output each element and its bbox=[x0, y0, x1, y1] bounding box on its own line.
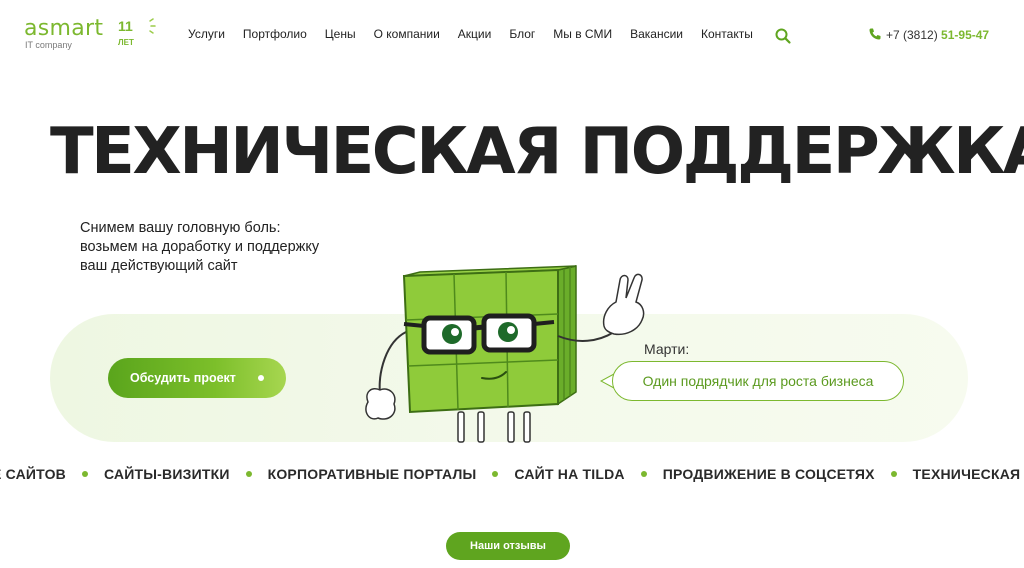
ticker-item[interactable]: Е САЙТОВ bbox=[0, 466, 66, 482]
hero-description-line: Снимем вашу головную боль: bbox=[80, 220, 281, 236]
hero-description: Снимем вашу головную боль: возьмем на до… bbox=[80, 219, 380, 276]
ticker-track: Е САЙТОВ САЙТЫ-ВИЗИТКИ КОРПОРАТИВНЫЕ ПОР… bbox=[0, 466, 1020, 482]
ticker-item[interactable]: ПРОДВИЖЕНИЕ В СОЦСЕТЯХ bbox=[663, 466, 875, 482]
speech-bubble: Один подрядчик для роста бизнеса bbox=[612, 361, 904, 401]
main-nav: Услуги Портфолио Цены О компании Акции Б… bbox=[188, 27, 771, 41]
nav-item-prices[interactable]: Цены bbox=[325, 27, 356, 41]
search-icon[interactable] bbox=[774, 27, 792, 45]
nav-item-services[interactable]: Услуги bbox=[188, 27, 225, 41]
dot-icon bbox=[245, 471, 252, 477]
services-ticker: Е САЙТОВ САЙТЫ-ВИЗИТКИ КОРПОРАТИВНЫЕ ПОР… bbox=[0, 466, 1024, 488]
phone-number: 51-95-47 bbox=[941, 28, 990, 42]
nav-item-promos[interactable]: Акции bbox=[458, 27, 492, 41]
ticker-item[interactable]: САЙТЫ-ВИЗИТКИ bbox=[104, 466, 230, 482]
phone-link[interactable]: +7 (3812) 51-95-47 bbox=[868, 27, 989, 42]
nav-item-portfolio[interactable]: Портфолио bbox=[243, 27, 307, 41]
logo-subtitle: IT company bbox=[25, 40, 72, 50]
nav-item-vacancies[interactable]: Вакансии bbox=[630, 27, 683, 41]
page-title: ТЕХНИЧЕСКАЯ ПОДДЕРЖКА bbox=[50, 115, 1024, 189]
sun-rays-icon bbox=[149, 18, 156, 34]
hero-description-line: ваш действующий сайт bbox=[80, 258, 238, 274]
discuss-project-button[interactable]: Обсудить проект bbox=[108, 358, 286, 398]
logo[interactable]: asmart IT company 11 ЛЕТ bbox=[24, 16, 156, 56]
dot-icon bbox=[890, 471, 897, 477]
ticker-item[interactable]: ТЕХНИЧЕСКАЯ bbox=[913, 466, 1021, 482]
mascot-cube bbox=[365, 265, 645, 443]
dot-icon bbox=[258, 375, 264, 381]
nav-item-blog[interactable]: Блог bbox=[509, 27, 535, 41]
dot-icon bbox=[81, 471, 88, 477]
speaker-name: Марти: bbox=[644, 341, 690, 357]
nav-item-about[interactable]: О компании bbox=[374, 27, 440, 41]
site-header: asmart IT company 11 ЛЕТ Услуги Портфоли… bbox=[0, 0, 1024, 68]
logo-name: asmart bbox=[24, 16, 104, 41]
ticker-item[interactable]: САЙТ НА TILDA bbox=[514, 466, 624, 482]
discuss-project-label: Обсудить проект bbox=[130, 371, 236, 385]
dot-icon bbox=[492, 471, 499, 477]
phone-icon bbox=[869, 28, 881, 40]
nav-item-contacts[interactable]: Контакты bbox=[701, 27, 753, 41]
phone-prefix: +7 (3812) bbox=[886, 28, 938, 42]
nav-item-media[interactable]: Мы в СМИ bbox=[553, 27, 612, 41]
hero-description-line: возьмем на доработку и поддержку bbox=[80, 239, 320, 255]
logo-years-number: 11 bbox=[118, 18, 133, 34]
our-reviews-button[interactable]: Наши отзывы bbox=[446, 532, 570, 560]
dot-icon bbox=[640, 471, 647, 477]
ticker-item[interactable]: КОРПОРАТИВНЫЕ ПОРТАЛЫ bbox=[268, 466, 477, 482]
